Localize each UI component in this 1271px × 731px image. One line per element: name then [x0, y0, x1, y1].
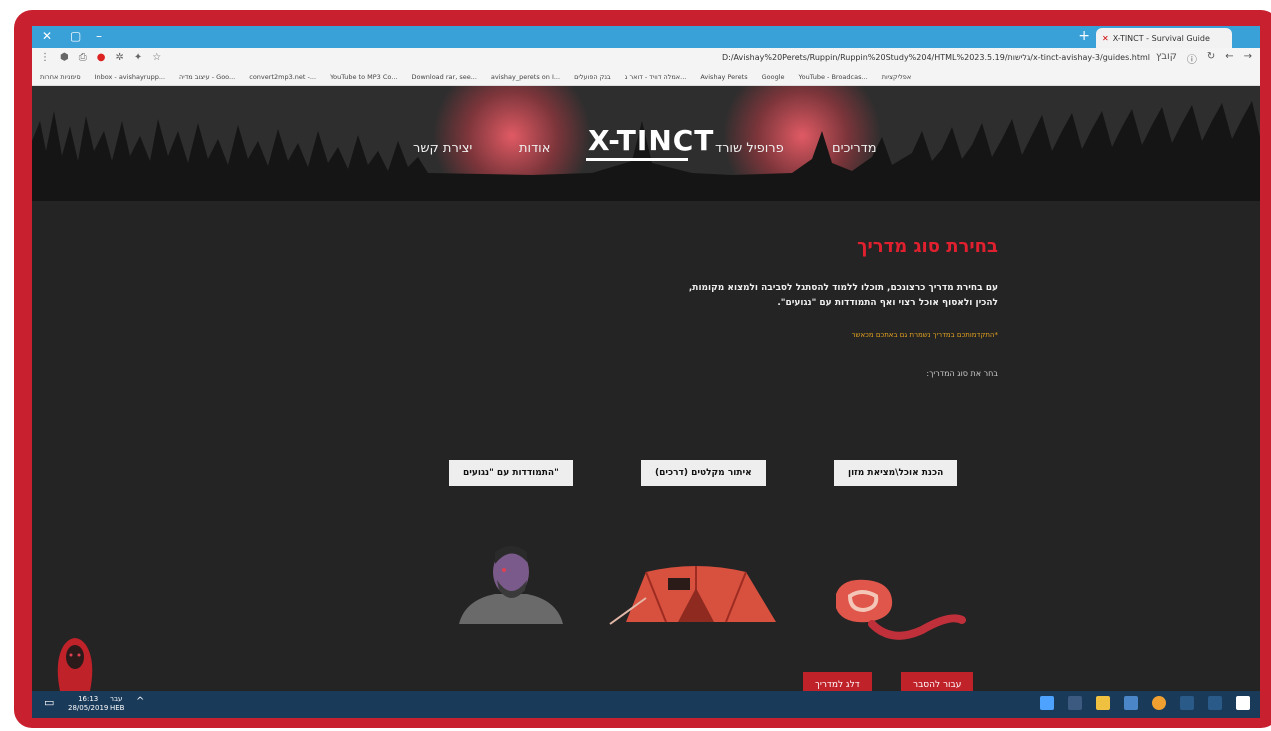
page-title: בחירת סוג מדריך — [857, 236, 998, 257]
back-icon[interactable]: → — [1244, 51, 1252, 66]
meat-icon — [836, 579, 966, 640]
bookmark-item[interactable]: convert2mp3.net -... — [249, 73, 316, 81]
menu-icon[interactable]: ⋮ — [40, 52, 50, 63]
url-text[interactable]: D:/Avishay%20Perets/Ruppin/Ruppin%20Stud… — [722, 53, 1150, 62]
windows-taskbar: ▭ 16:13 28/05/2019 עבר HEB ^ — [32, 691, 1260, 718]
bookmark-item[interactable]: סימניות אחרות — [40, 73, 81, 81]
intro-text: עם בחירת מדריך כרצונכם, תוכלו ללמוד להסת… — [478, 281, 998, 311]
photoshop-icon[interactable] — [1068, 696, 1082, 710]
bookmark-item[interactable]: YouTube to MP3 Co... — [330, 73, 397, 81]
bookmark-item[interactable]: אמלה דוויד - דואר ג... — [625, 73, 687, 81]
survivor-avatar-icon — [57, 638, 93, 691]
intro-line-1: עם בחירת מדריך כרצונכם, תוכלו ללמוד להסת… — [688, 283, 998, 293]
taskbar-apps — [1040, 696, 1250, 710]
printer-icon[interactable]: ⎙ — [79, 52, 87, 63]
nav-survivor-profile[interactable]: פרופיל שורד — [715, 141, 784, 156]
bookmarks-bar: סימניות אחרות Inbox - avishayrupp... עיצ… — [32, 68, 1260, 86]
browser-tab[interactable]: ✕ X-TINCT - Survival Guide — [1096, 28, 1232, 48]
star-icon[interactable]: ☆ — [152, 52, 161, 63]
forward-icon[interactable]: ← — [1225, 51, 1233, 66]
bookmark-item[interactable]: Download rar, see... — [411, 73, 476, 81]
chevron-up-icon[interactable]: ^ — [136, 696, 144, 707]
lang-bottom: HEB — [110, 704, 125, 712]
puzzle-icon[interactable]: ✦ — [134, 52, 142, 63]
guide-selection: בחירת סוג מדריך עם בחירת מדריך כרצונכם, … — [478, 236, 998, 378]
extension-icon[interactable]: ⬢ — [60, 52, 69, 63]
bookmark-item[interactable]: Inbox - avishayrupp... — [95, 73, 165, 81]
site-logo[interactable]: X-TINCT — [588, 124, 714, 157]
bookmark-item[interactable]: אפליקציות — [882, 73, 912, 81]
bookmark-item[interactable]: avishay_perets on I... — [491, 73, 560, 81]
choose-label: בחר את סוג המדריך: — [926, 369, 998, 378]
clock-date: 28/05/2019 — [68, 704, 109, 712]
browser-titlebar: ✕ ▢ – + ✕ X-TINCT - Survival Guide — [32, 26, 1260, 48]
bookmark-item[interactable]: בנק הפועלים — [574, 73, 611, 81]
maximize-window-icon[interactable]: ▢ — [70, 29, 81, 43]
bookmark-item[interactable]: YouTube - Broadcas... — [799, 73, 868, 81]
word-icon[interactable] — [1040, 696, 1054, 710]
notifications-icon[interactable]: ▭ — [44, 696, 54, 709]
guide-food-button[interactable]: הכנת אוכל\מציאת מזון — [834, 460, 958, 486]
taskbar-clock[interactable]: 16:13 28/05/2019 — [68, 695, 108, 713]
settings-icon[interactable]: ✲ — [115, 52, 123, 63]
new-tab-icon[interactable]: + — [1078, 28, 1090, 44]
infected-person-icon — [459, 546, 563, 624]
chrome-icon[interactable] — [1152, 696, 1166, 710]
minimize-window-icon[interactable]: – — [96, 29, 102, 43]
language-indicator[interactable]: עבר HEB — [110, 695, 125, 713]
opera-icon[interactable]: ● — [97, 52, 106, 63]
windows-start-icon[interactable] — [1236, 696, 1250, 710]
extension-icons: ⋮ ⬢ ⎙ ● ✲ ✦ ☆ — [40, 52, 161, 63]
guide-shelter-button[interactable]: איתור מקלטים (דרכים) — [641, 460, 766, 486]
search-icon[interactable] — [1208, 696, 1222, 710]
bookmark-item[interactable]: עיצוב מדיה - Goo... — [179, 73, 235, 81]
logo-underline — [586, 158, 688, 161]
nav-guides[interactable]: מדריכים — [832, 141, 877, 156]
close-tab-icon[interactable]: ✕ — [1102, 34, 1109, 43]
task-view-icon[interactable] — [1180, 696, 1194, 710]
store-icon[interactable] — [1124, 696, 1138, 710]
nav-buttons: קובץ ⓘ ↻ ← → — [1156, 51, 1252, 66]
intro-line-2: להכין ולאסוף אוכל רצוי ואף התמודדות עם "… — [777, 298, 998, 308]
address-bar[interactable]: ⋮ ⬢ ⎙ ● ✲ ✦ ☆ D:/Avishay%20Perets/Ruppin… — [32, 48, 1260, 68]
guide-infected-button[interactable]: התמודדות עם "נגועים" — [449, 460, 573, 486]
clock-time: 16:13 — [78, 695, 99, 703]
lang-top: עבר — [110, 695, 123, 703]
progress-note: *התקדמותכם במדריך נשמרת גם באתכם מכאשר — [851, 331, 998, 339]
website: מדריכים פרופיל שורד אודות יצירת קשר X-TI… — [32, 86, 1260, 698]
url-prefix: קובץ — [1155, 51, 1177, 62]
close-window-icon[interactable]: ✕ — [42, 29, 52, 43]
screen: ✕ ▢ – + ✕ X-TINCT - Survival Guide ⋮ ⬢ ⎙… — [32, 26, 1260, 718]
tent-icon — [609, 566, 776, 625]
nav-about[interactable]: אודות — [519, 141, 550, 156]
bookmark-item[interactable]: Google — [762, 73, 785, 81]
file-explorer-icon[interactable] — [1096, 696, 1110, 710]
bookmark-item[interactable]: Avishay Perets — [700, 73, 747, 81]
header-hero: מדריכים פרופיל שורד אודות יצירת קשר X-TI… — [32, 86, 1260, 201]
tab-title: X-TINCT - Survival Guide — [1112, 33, 1210, 43]
reload-icon[interactable]: ↻ — [1207, 51, 1215, 66]
info-icon[interactable]: ⓘ — [1187, 51, 1197, 66]
nav-contact[interactable]: יצירת קשר — [413, 141, 472, 156]
